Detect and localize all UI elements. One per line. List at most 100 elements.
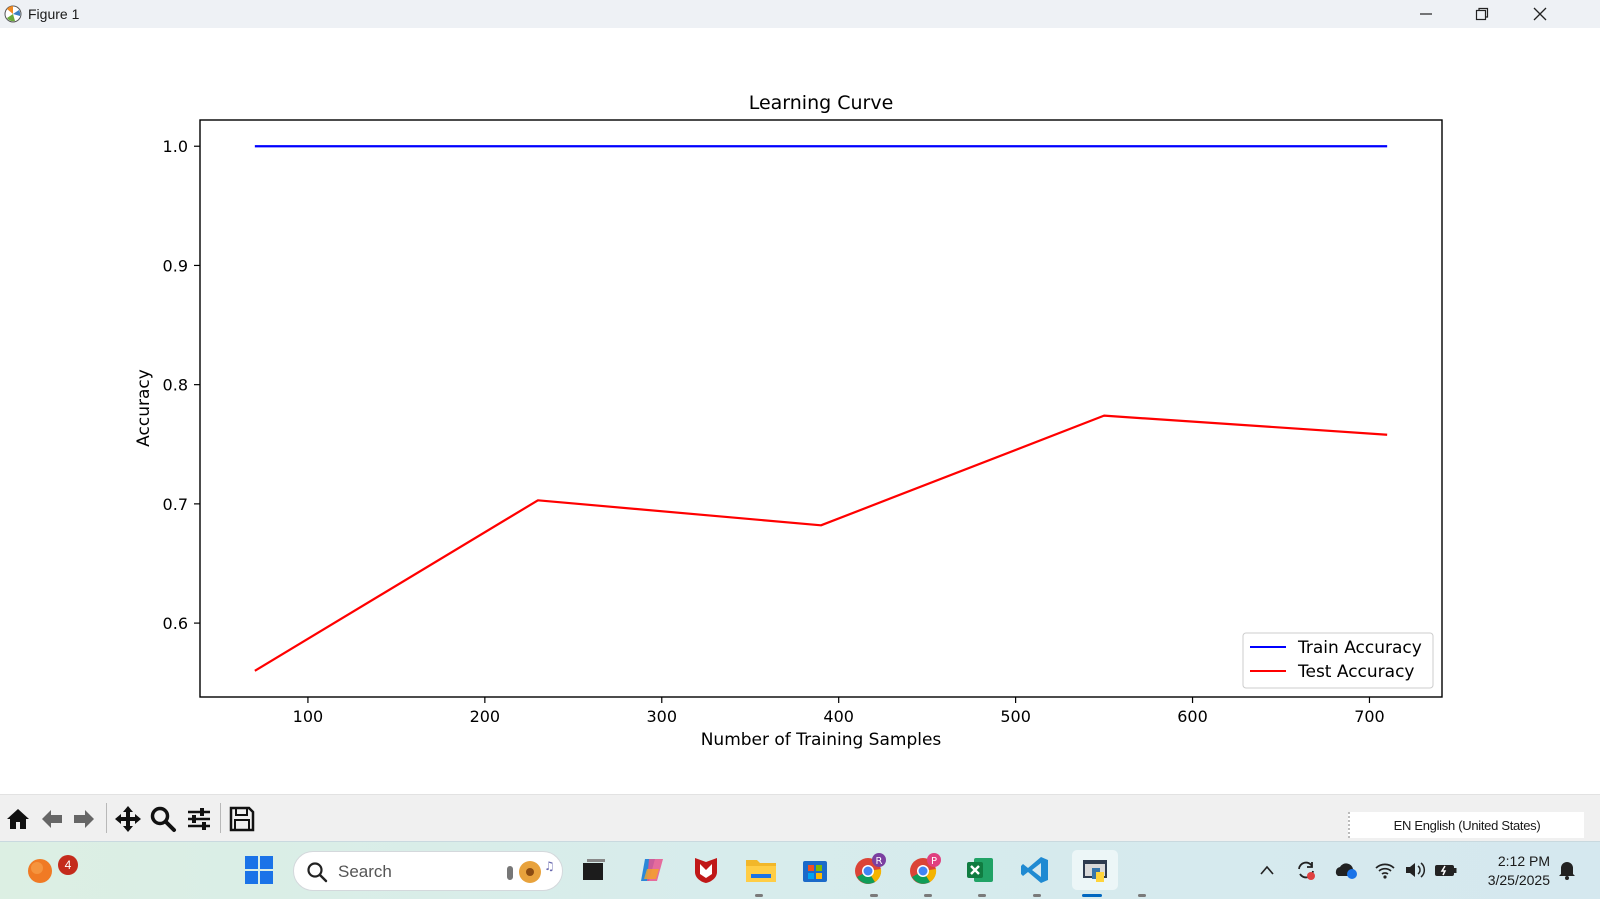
chrome-icon: P	[910, 853, 941, 884]
close-button[interactable]	[1512, 0, 1568, 28]
search-placeholder: Search	[338, 862, 392, 881]
excel-icon	[967, 858, 993, 882]
legend-label-train: Train Accuracy	[1297, 638, 1422, 658]
restore-icon	[1475, 7, 1489, 21]
vscode-icon	[1021, 857, 1048, 883]
x-tick-label: 700	[1354, 707, 1385, 726]
chrome-profile-p-badge: P	[931, 856, 937, 867]
y-tick-label: 0.6	[163, 614, 188, 633]
onedrive-tray-button[interactable]	[1333, 856, 1359, 884]
running-indicator	[755, 894, 763, 897]
chrome-profile-p-button[interactable]: P	[905, 850, 945, 890]
battery-tray-button[interactable]	[1433, 856, 1459, 884]
home-icon	[7, 809, 29, 829]
battery-charging-icon	[1435, 865, 1457, 876]
x-tick-label: 100	[293, 707, 324, 726]
microsoft-store-button[interactable]	[795, 850, 835, 890]
store-icon	[803, 861, 827, 882]
file-explorer-button[interactable]	[741, 850, 781, 890]
configure-subplots-button[interactable]	[183, 803, 215, 835]
taskbar-clock[interactable]: 2:12 PM 3/25/2025	[1468, 852, 1550, 890]
python-figure-button[interactable]	[1072, 850, 1118, 890]
save-button[interactable]	[226, 803, 258, 835]
notification-bell-icon	[1559, 862, 1575, 880]
forward-icon	[74, 810, 94, 828]
pan-button[interactable]	[112, 803, 144, 835]
back-button[interactable]	[36, 803, 68, 835]
mcafee-shield-icon	[695, 858, 717, 883]
onedrive-cloud-icon	[1335, 863, 1357, 879]
volume-icon	[1406, 862, 1426, 878]
chart-title: Learning Curve	[749, 92, 894, 114]
configure-subplots-icon	[188, 808, 210, 830]
pan-icon	[115, 806, 141, 832]
learning-curve-chart: Learning Curve 100 200 300 400 500 600 700 0.6…	[134, 92, 1443, 750]
running-indicator	[924, 894, 932, 897]
notification-badge: 4	[58, 855, 78, 875]
home-button[interactable]	[2, 803, 34, 835]
taskbar-search[interactable]: Search ♫	[293, 851, 563, 891]
window-titlebar: Figure 1	[0, 0, 1600, 28]
running-indicator	[870, 894, 878, 897]
chrome-profile-r-badge: R	[876, 856, 883, 867]
show-hidden-icons-button[interactable]	[1254, 856, 1280, 884]
clock-time: 2:12 PM	[1497, 853, 1550, 869]
mcafee-button[interactable]	[686, 850, 726, 890]
window-title: Figure 1	[28, 6, 80, 22]
close-icon	[1533, 7, 1547, 21]
x-axis-ticks: 100 200 300 400 500 600 700	[293, 697, 1385, 726]
x-tick-label: 600	[1177, 707, 1208, 726]
plot-area	[199, 119, 1443, 698]
chart-legend: Train Accuracy Test Accuracy	[1242, 632, 1434, 689]
volume-tray-button[interactable]	[1402, 856, 1428, 884]
y-tick-label: 1.0	[163, 137, 188, 156]
running-indicator	[1033, 894, 1041, 897]
matplotlib-app-icon	[4, 5, 22, 23]
running-indicator	[1138, 894, 1146, 897]
svg-text:♫: ♫	[544, 859, 555, 873]
copilot-button[interactable]	[632, 850, 672, 890]
x-tick-label: 300	[646, 707, 677, 726]
toolbar-separator	[220, 803, 221, 833]
minimize-icon	[1420, 13, 1432, 15]
clock-date: 3/25/2025	[1487, 872, 1550, 888]
save-icon	[229, 806, 255, 832]
task-view-button[interactable]	[574, 850, 614, 890]
language-bar[interactable]: EN English (United States)	[1348, 812, 1584, 838]
chrome-icon: R	[855, 853, 886, 884]
x-tick-label: 500	[1000, 707, 1031, 726]
wifi-icon	[1375, 863, 1395, 879]
chrome-profile-r-button[interactable]: R	[850, 850, 890, 890]
zoom-button[interactable]	[147, 803, 179, 835]
chevron-up-icon	[1260, 865, 1274, 875]
x-tick-label: 200	[470, 707, 501, 726]
y-tick-label: 0.7	[163, 495, 188, 514]
sync-tray-button[interactable]	[1293, 856, 1319, 884]
restore-button[interactable]	[1454, 0, 1510, 28]
figure-canvas[interactable]: Learning Curve 100 200 300 400 500 600 700 0.6…	[0, 28, 1600, 794]
y-axis-label: Accuracy	[134, 369, 154, 447]
x-axis-label: Number of Training Samples	[701, 730, 942, 750]
windows-logo-icon	[245, 856, 273, 884]
notifications-button[interactable]	[1554, 856, 1580, 884]
weather-sun-icon	[28, 859, 52, 883]
copilot-icon	[641, 859, 663, 881]
vscode-button[interactable]	[1015, 850, 1055, 890]
back-icon	[42, 810, 62, 828]
zoom-icon	[150, 806, 176, 832]
python-icon	[1083, 860, 1107, 882]
forward-button[interactable]	[68, 803, 100, 835]
minimize-button[interactable]	[1398, 0, 1454, 28]
task-view-icon	[583, 859, 605, 880]
legend-label-test: Test Accuracy	[1297, 662, 1415, 682]
language-label: EN English (United States)	[1393, 817, 1541, 833]
folder-icon	[746, 860, 776, 882]
x-tick-label: 400	[823, 707, 854, 726]
wifi-tray-button[interactable]	[1372, 856, 1398, 884]
weather-widget[interactable]: 4	[20, 850, 78, 890]
toolbar-separator	[106, 803, 107, 833]
start-button[interactable]	[239, 850, 279, 890]
y-axis-ticks: 0.6 0.7 0.8 0.9 1.0	[163, 137, 200, 633]
excel-button[interactable]	[960, 850, 1000, 890]
running-indicator	[978, 894, 986, 897]
